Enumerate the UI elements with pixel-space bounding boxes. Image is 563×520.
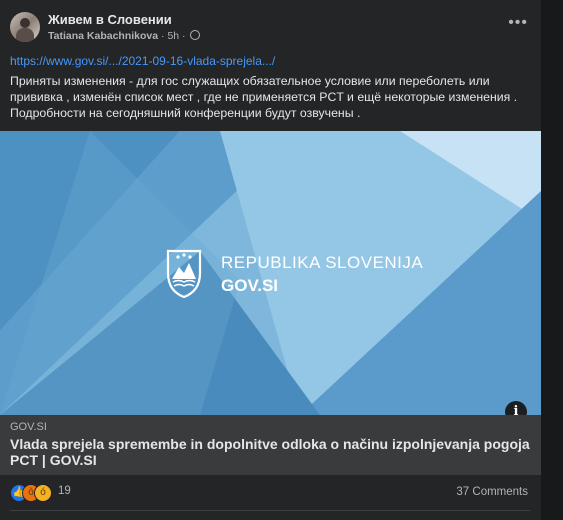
comments-count[interactable]: 37 Comments xyxy=(456,486,528,498)
more-options-icon[interactable]: ••• xyxy=(508,15,528,31)
link-preview-meta[interactable]: GOV.SI Vlada sprejela spremembe in dopol… xyxy=(0,415,541,475)
post-time[interactable]: 5h xyxy=(167,30,179,42)
footer-divider xyxy=(10,510,530,511)
avatar-head xyxy=(20,18,30,28)
post-card: Живем в Словении Tatiana Kabachnikova · … xyxy=(0,0,541,520)
logo-line-2: GOV.SI xyxy=(221,276,279,295)
post-text: Приняты изменения - для гос служащих обя… xyxy=(10,74,518,120)
avatar-body xyxy=(16,28,34,42)
logo-line-1: REPUBLIKA SLOVENIJA xyxy=(221,253,424,272)
post-link-url[interactable]: https://www.gov.si/.../2021-09-16-vlada-… xyxy=(10,54,275,68)
post-header: Живем в Словении Tatiana Kabachnikova · … xyxy=(10,10,530,46)
sad-icon: ó xyxy=(34,484,52,502)
post-meta: Tatiana Kabachnikova · 5h · xyxy=(48,30,201,42)
link-preview-image[interactable]: REPUBLIKA SLOVENIJA GOV.SI xyxy=(0,131,541,415)
meta-separator-2: · xyxy=(182,30,189,42)
author-name[interactable]: Tatiana Kabachnikova xyxy=(48,30,158,42)
author-avatar[interactable] xyxy=(10,12,40,42)
link-title[interactable]: Vlada sprejela spremembe in dopolnitve o… xyxy=(10,436,530,468)
group-name[interactable]: Живем в Словении xyxy=(48,12,172,27)
link-domain: GOV.SI xyxy=(10,421,47,433)
reaction-count: 19 xyxy=(58,485,71,497)
gov-logo-text: REPUBLIKA SLOVENIJA GOV.SI xyxy=(221,253,423,296)
globe-icon xyxy=(190,30,201,40)
